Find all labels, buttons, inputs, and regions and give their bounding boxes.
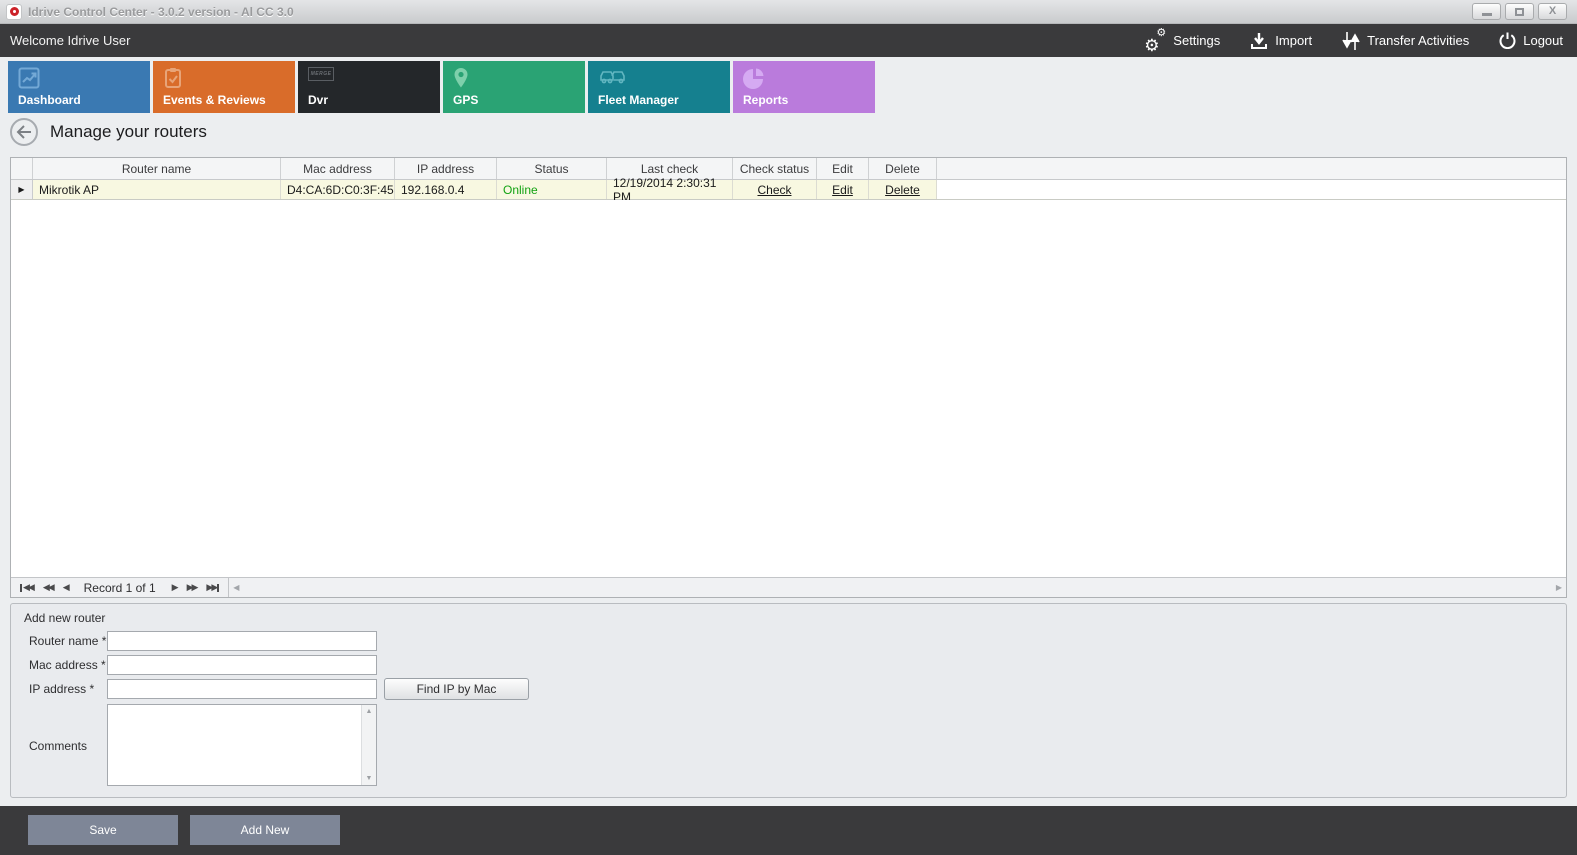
minimize-icon bbox=[1482, 13, 1492, 16]
mac-address-label: Mac address * bbox=[29, 658, 106, 672]
footer-bar: Save Add New bbox=[0, 806, 1577, 855]
delete-link[interactable]: Delete bbox=[885, 183, 920, 197]
top-bar: Welcome Idrive User ⚙⚙ Settings Import T… bbox=[0, 24, 1577, 57]
tab-reports[interactable]: Reports bbox=[733, 61, 875, 113]
ip-address-label: IP address * bbox=[29, 682, 94, 696]
vehicles-icon bbox=[598, 67, 628, 87]
comments-field-wrap: ▲ ▼ bbox=[107, 704, 377, 786]
column-header-delete[interactable]: Delete bbox=[869, 158, 937, 179]
last-record-button[interactable]: ▶▶ bbox=[206, 582, 220, 593]
check-link[interactable]: Check bbox=[757, 183, 791, 197]
tile-label: Dashboard bbox=[18, 93, 81, 107]
gears-icon: ⚙⚙ bbox=[1144, 31, 1166, 51]
horizontal-scrollbar[interactable]: ◀ ▶ bbox=[229, 578, 1566, 597]
router-name-field[interactable] bbox=[107, 631, 377, 651]
router-name-label: Router name * bbox=[29, 634, 106, 648]
transfer-arrows-icon bbox=[1342, 31, 1360, 51]
tile-label: Reports bbox=[743, 93, 788, 107]
form-title: Add new router bbox=[24, 611, 105, 625]
import-button[interactable]: Import bbox=[1250, 32, 1312, 50]
close-icon: X bbox=[1549, 6, 1556, 17]
import-icon bbox=[1250, 32, 1268, 50]
row-indicator-header bbox=[11, 158, 33, 179]
scroll-down-icon[interactable]: ▼ bbox=[366, 775, 373, 782]
column-header-router-name[interactable]: Router name bbox=[33, 158, 281, 179]
app-logo-icon bbox=[6, 4, 22, 20]
nav-tiles: Dashboard Events & Reviews MERGE Dvr GPS bbox=[8, 61, 875, 113]
cell-router-name: Mikrotik AP bbox=[33, 180, 281, 199]
cell-ip-address: 192.168.0.4 bbox=[395, 180, 497, 199]
cell-status: Online bbox=[497, 180, 607, 199]
close-button[interactable]: X bbox=[1538, 3, 1567, 20]
logout-button[interactable]: Logout bbox=[1499, 32, 1563, 49]
back-button[interactable] bbox=[10, 118, 38, 146]
column-header-filler bbox=[937, 158, 1566, 179]
next-page-button[interactable]: ▶▶ bbox=[187, 582, 197, 593]
tile-label: Dvr bbox=[308, 93, 328, 107]
cell-filler bbox=[937, 180, 1566, 199]
grid-header-row: Router name Mac address IP address Statu… bbox=[11, 158, 1566, 180]
clipboard-check-icon bbox=[163, 67, 183, 89]
tab-gps[interactable]: GPS bbox=[443, 61, 585, 113]
tile-label: Events & Reviews bbox=[163, 93, 266, 107]
next-record-button[interactable]: ▶ bbox=[172, 582, 177, 593]
back-arrow-icon bbox=[16, 125, 32, 139]
first-record-button[interactable]: ◀◀ bbox=[19, 582, 33, 593]
column-header-status[interactable]: Status bbox=[497, 158, 607, 179]
ip-address-field[interactable] bbox=[107, 679, 377, 699]
row-indicator: ▶ bbox=[11, 180, 33, 199]
line-chart-icon bbox=[18, 67, 40, 89]
transfer-activities-button[interactable]: Transfer Activities bbox=[1342, 31, 1469, 51]
find-ip-by-mac-button[interactable]: Find IP by Mac bbox=[384, 678, 529, 700]
record-navigator: ◀◀ ◀◀ ◀ Record 1 of 1 ▶ ▶▶ ▶▶ ◀ ▶ bbox=[11, 577, 1566, 597]
add-new-button[interactable]: Add New bbox=[190, 815, 340, 845]
scroll-left-icon[interactable]: ◀ bbox=[233, 583, 239, 592]
tile-label: Fleet Manager bbox=[598, 93, 679, 107]
cell-last-check: 12/19/2014 2:30:31 PM bbox=[607, 180, 733, 199]
edit-link[interactable]: Edit bbox=[832, 183, 853, 197]
pie-chart-icon bbox=[743, 67, 765, 89]
minimize-button[interactable] bbox=[1472, 3, 1501, 20]
table-row[interactable]: ▶ Mikrotik AP D4:CA:6D:C0:3F:45 192.168.… bbox=[11, 180, 1566, 200]
comments-label: Comments bbox=[29, 739, 87, 753]
title-bar: Idrive Control Center - 3.0.2 version - … bbox=[0, 0, 1577, 24]
dvr-device-icon: MERGE bbox=[308, 67, 334, 81]
column-header-edit[interactable]: Edit bbox=[817, 158, 869, 179]
scroll-up-icon[interactable]: ▲ bbox=[366, 708, 373, 715]
map-pin-icon bbox=[453, 67, 469, 89]
tab-events-reviews[interactable]: Events & Reviews bbox=[153, 61, 295, 113]
welcome-text: Welcome Idrive User bbox=[10, 33, 130, 48]
maximize-icon bbox=[1515, 8, 1524, 16]
comments-scrollbar[interactable]: ▲ ▼ bbox=[361, 705, 376, 785]
page-title: Manage your routers bbox=[50, 122, 207, 142]
tab-fleet-manager[interactable]: Fleet Manager bbox=[588, 61, 730, 113]
add-new-router-panel: Add new router Router name * Mac address… bbox=[10, 603, 1567, 798]
tab-dashboard[interactable]: Dashboard bbox=[8, 61, 150, 113]
prev-record-button[interactable]: ◀ bbox=[63, 582, 68, 593]
column-header-check-status[interactable]: Check status bbox=[733, 158, 817, 179]
settings-button[interactable]: ⚙⚙ Settings bbox=[1144, 31, 1220, 51]
record-counter: Record 1 of 1 bbox=[84, 581, 156, 595]
mac-address-field[interactable] bbox=[107, 655, 377, 675]
prev-page-button[interactable]: ◀◀ bbox=[43, 582, 53, 593]
tab-dvr[interactable]: MERGE Dvr bbox=[298, 61, 440, 113]
routers-grid: Router name Mac address IP address Statu… bbox=[10, 157, 1567, 598]
window-title: Idrive Control Center - 3.0.2 version - … bbox=[28, 5, 294, 19]
page-header: Manage your routers bbox=[10, 118, 207, 146]
maximize-button[interactable] bbox=[1505, 3, 1534, 20]
tile-label: GPS bbox=[453, 93, 478, 107]
power-icon bbox=[1499, 32, 1516, 49]
save-button[interactable]: Save bbox=[28, 815, 178, 845]
grid-empty-area bbox=[11, 200, 1566, 577]
column-header-mac-address[interactable]: Mac address bbox=[281, 158, 395, 179]
column-header-ip-address[interactable]: IP address bbox=[395, 158, 497, 179]
cell-mac-address: D4:CA:6D:C0:3F:45 bbox=[281, 180, 395, 199]
scroll-right-icon[interactable]: ▶ bbox=[1556, 583, 1562, 592]
app-window: Idrive Control Center - 3.0.2 version - … bbox=[0, 0, 1577, 855]
comments-textarea[interactable] bbox=[108, 705, 361, 785]
